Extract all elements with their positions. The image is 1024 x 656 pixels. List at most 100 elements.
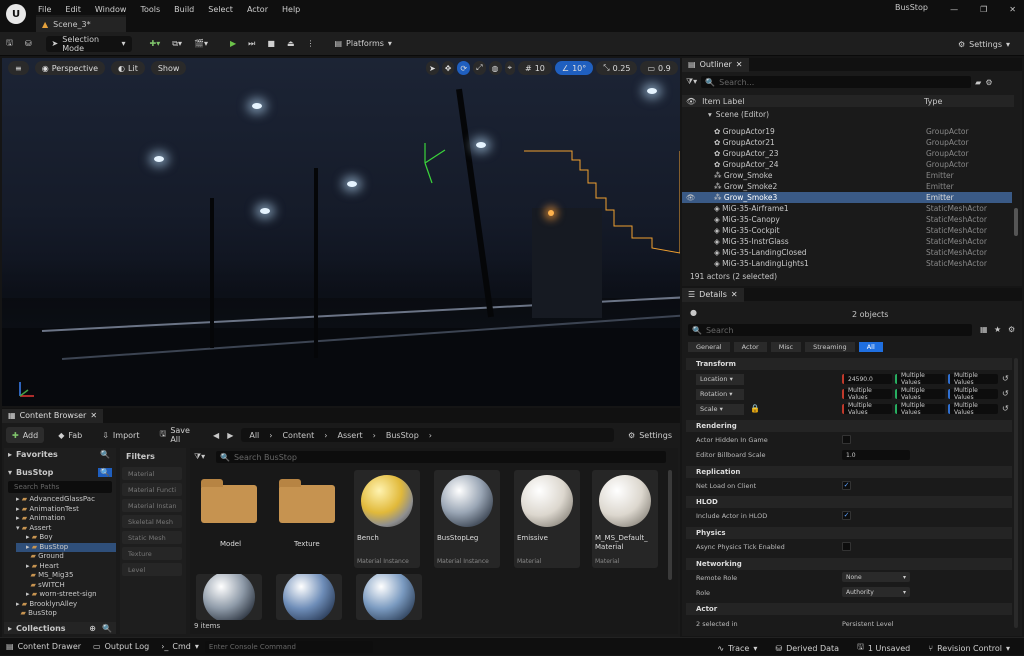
cb-settings-button[interactable]: ⚙ Settings xyxy=(622,427,678,443)
viewport-menu-button[interactable]: ≡ xyxy=(8,61,29,75)
outliner-row[interactable]: ◈ MiG-35-LandingClosed StaticMeshActor xyxy=(682,247,1012,258)
details-tab[interactable]: ☰ Details ✕ xyxy=(682,287,744,302)
filter-actor[interactable]: Actor xyxy=(733,342,767,352)
rotation-z-field[interactable]: Multiple Values xyxy=(948,387,998,401)
revision-control-button[interactable]: ⑂ Revision Control ▾ xyxy=(922,640,1016,656)
billboard-scale-field[interactable]: 1.0 xyxy=(842,450,910,460)
tree-item[interactable]: ▸ ▰ worn-street-sign xyxy=(16,590,116,600)
role-dropdown[interactable]: Authority ▾ xyxy=(842,587,910,597)
eye-icon[interactable]: 👁 xyxy=(686,193,696,202)
include-hlod-checkbox[interactable]: ✓ xyxy=(842,511,851,520)
filter-level[interactable]: Level xyxy=(122,563,182,576)
scale-snap-button[interactable]: ⤡ 0.25 xyxy=(596,61,638,75)
outliner-tab[interactable]: ▤ Outliner ✕ xyxy=(682,57,749,72)
menu-window[interactable]: Window xyxy=(95,5,127,14)
section-rendering[interactable]: Rendering xyxy=(686,420,1012,432)
tree-item-selected[interactable]: ▸ ▰ BusStop xyxy=(16,542,116,552)
import-button[interactable]: ⇩ Import xyxy=(96,427,145,443)
unreal-logo-icon[interactable]: U xyxy=(6,4,26,24)
settings-icon[interactable]: ⚙ xyxy=(1008,325,1015,334)
column-type[interactable]: Type xyxy=(924,97,942,106)
add-folder-icon[interactable]: ▰ xyxy=(975,78,981,87)
outliner-row[interactable]: ◈ MiG-35-InstrGlass StaticMeshActor xyxy=(682,236,1012,247)
outliner-row[interactable]: ✿ GroupActor_24 GroupActor xyxy=(682,159,1012,170)
outliner-row[interactable]: ◈ MiG-35-Airframe1 StaticMeshActor xyxy=(682,203,1012,214)
menu-build[interactable]: Build xyxy=(174,5,194,14)
tree-item[interactable]: ▸ ▰ BrooklynAlley xyxy=(16,600,116,610)
filter-material[interactable]: Material xyxy=(122,467,182,480)
stop-icon[interactable]: ■ xyxy=(261,36,281,52)
search-icon[interactable]: 🔍 xyxy=(102,624,112,633)
back-icon[interactable]: ◀ xyxy=(213,431,219,440)
asset-tile[interactable] xyxy=(196,574,262,620)
favorites-header[interactable]: ▸ Favorites 🔍 xyxy=(4,448,116,461)
tree-item[interactable]: ▸ ▰ Boy xyxy=(16,533,116,543)
select-tool-icon[interactable]: ➤ xyxy=(426,61,439,75)
outliner-row[interactable]: ◈ MiG-35-Canopy StaticMeshActor xyxy=(682,214,1012,225)
reset-icon[interactable]: ↺ xyxy=(1002,374,1009,383)
maximize-icon[interactable]: ❐ xyxy=(980,5,987,14)
net-load-checkbox[interactable]: ✓ xyxy=(842,481,851,490)
breadcrumb-all[interactable]: All xyxy=(249,431,259,440)
tree-item[interactable]: ▰ Ground xyxy=(16,552,116,562)
asset-tile[interactable]: Texture xyxy=(274,470,340,568)
settings-icon[interactable]: ⚙ xyxy=(985,78,992,87)
level-tab[interactable]: ▲ Scene_3* xyxy=(36,15,126,32)
grid-view-icon[interactable]: ▦ xyxy=(980,325,988,334)
section-networking[interactable]: Networking xyxy=(686,558,1012,570)
asset-tile[interactable] xyxy=(356,574,422,620)
close-tab-icon[interactable]: ✕ xyxy=(736,60,743,69)
asset-grid-scrollbar[interactable] xyxy=(668,470,672,580)
scale-z-field[interactable]: Multiple Values xyxy=(948,402,998,416)
cmd-dropdown[interactable]: ›_ Cmd ▾ xyxy=(155,639,205,655)
transform-gizmo-icon[interactable] xyxy=(410,138,450,188)
collections-header[interactable]: ▸ Collections ⊕ 🔍 xyxy=(4,622,116,634)
console-input[interactable]: Enter Console Command xyxy=(204,640,373,653)
perspective-button[interactable]: ◉ Perspective xyxy=(34,61,106,75)
tree-item[interactable]: ▾ ▰ Assert xyxy=(16,524,116,534)
lit-button[interactable]: ◐ Lit xyxy=(111,61,145,75)
asset-tile[interactable]: Bench Material Instance xyxy=(354,470,420,568)
menu-edit[interactable]: Edit xyxy=(65,5,81,14)
content-drawer-button[interactable]: ▤ Content Drawer xyxy=(0,639,87,655)
asset-tile[interactable]: Emissive Material xyxy=(514,470,580,568)
menu-tools[interactable]: Tools xyxy=(140,5,160,14)
rotation-y-field[interactable]: Multiple Values xyxy=(895,387,945,401)
save-icon[interactable]: 🖫 xyxy=(0,36,19,52)
outliner-scrollbar[interactable] xyxy=(1014,208,1018,236)
tree-item[interactable]: ▸ ▰ Animation xyxy=(16,514,116,524)
filter-misc[interactable]: Misc xyxy=(770,342,802,352)
location-y-field[interactable]: Multiple Values xyxy=(895,372,945,386)
section-actor[interactable]: Actor xyxy=(686,603,1012,615)
menu-help[interactable]: Help xyxy=(282,5,300,14)
lock-icon[interactable]: 🔒 xyxy=(750,404,760,413)
close-tab-icon[interactable]: ✕ xyxy=(90,411,97,420)
save-all-button[interactable]: 🖫 Save All xyxy=(153,426,205,444)
breadcrumb-busstop[interactable]: BusStop xyxy=(386,431,419,440)
filter-icon[interactable]: ⧩▾ xyxy=(194,452,205,462)
scale-x-field[interactable]: Multiple Values xyxy=(842,402,892,416)
tree-item[interactable]: ▸ ▰ Heart xyxy=(16,562,116,572)
settings-dropdown[interactable]: ⚙ Settings ▾ xyxy=(952,36,1016,52)
outliner-row[interactable]: ✿ GroupActor19 GroupActor xyxy=(682,126,1012,137)
filter-streaming[interactable]: Streaming xyxy=(805,342,855,352)
search-icon[interactable]: 🔍 xyxy=(100,450,110,459)
section-transform[interactable]: Transform xyxy=(686,358,1012,370)
rotate-tool-icon[interactable]: ⟳ xyxy=(457,61,471,75)
world-space-icon[interactable]: ◍ xyxy=(488,61,502,75)
filter-texture[interactable]: Texture xyxy=(122,547,182,560)
column-item-label[interactable]: Item Label xyxy=(696,97,744,106)
favorite-star-icon[interactable]: ★ xyxy=(994,325,1001,334)
output-log-button[interactable]: ▭ Output Log xyxy=(87,639,155,655)
cinematics-icon[interactable]: 🎬▾ xyxy=(188,36,214,52)
reset-icon[interactable]: ↺ xyxy=(1002,404,1009,413)
step-icon[interactable]: ⏭ xyxy=(242,36,261,52)
details-search-input[interactable]: Search xyxy=(706,326,733,335)
asset-tile[interactable]: Model xyxy=(196,470,262,568)
eject-icon[interactable]: ⏏ xyxy=(281,36,301,52)
filter-skeletal-mesh[interactable]: Skeletal Mesh xyxy=(122,515,182,528)
scale-tool-icon[interactable]: ⤢ xyxy=(473,61,486,75)
angle-snap-button[interactable]: ∠ 10° xyxy=(554,61,594,75)
close-tab-icon[interactable]: ✕ xyxy=(731,290,738,299)
add-collection-icon[interactable]: ⊕ xyxy=(89,624,96,633)
